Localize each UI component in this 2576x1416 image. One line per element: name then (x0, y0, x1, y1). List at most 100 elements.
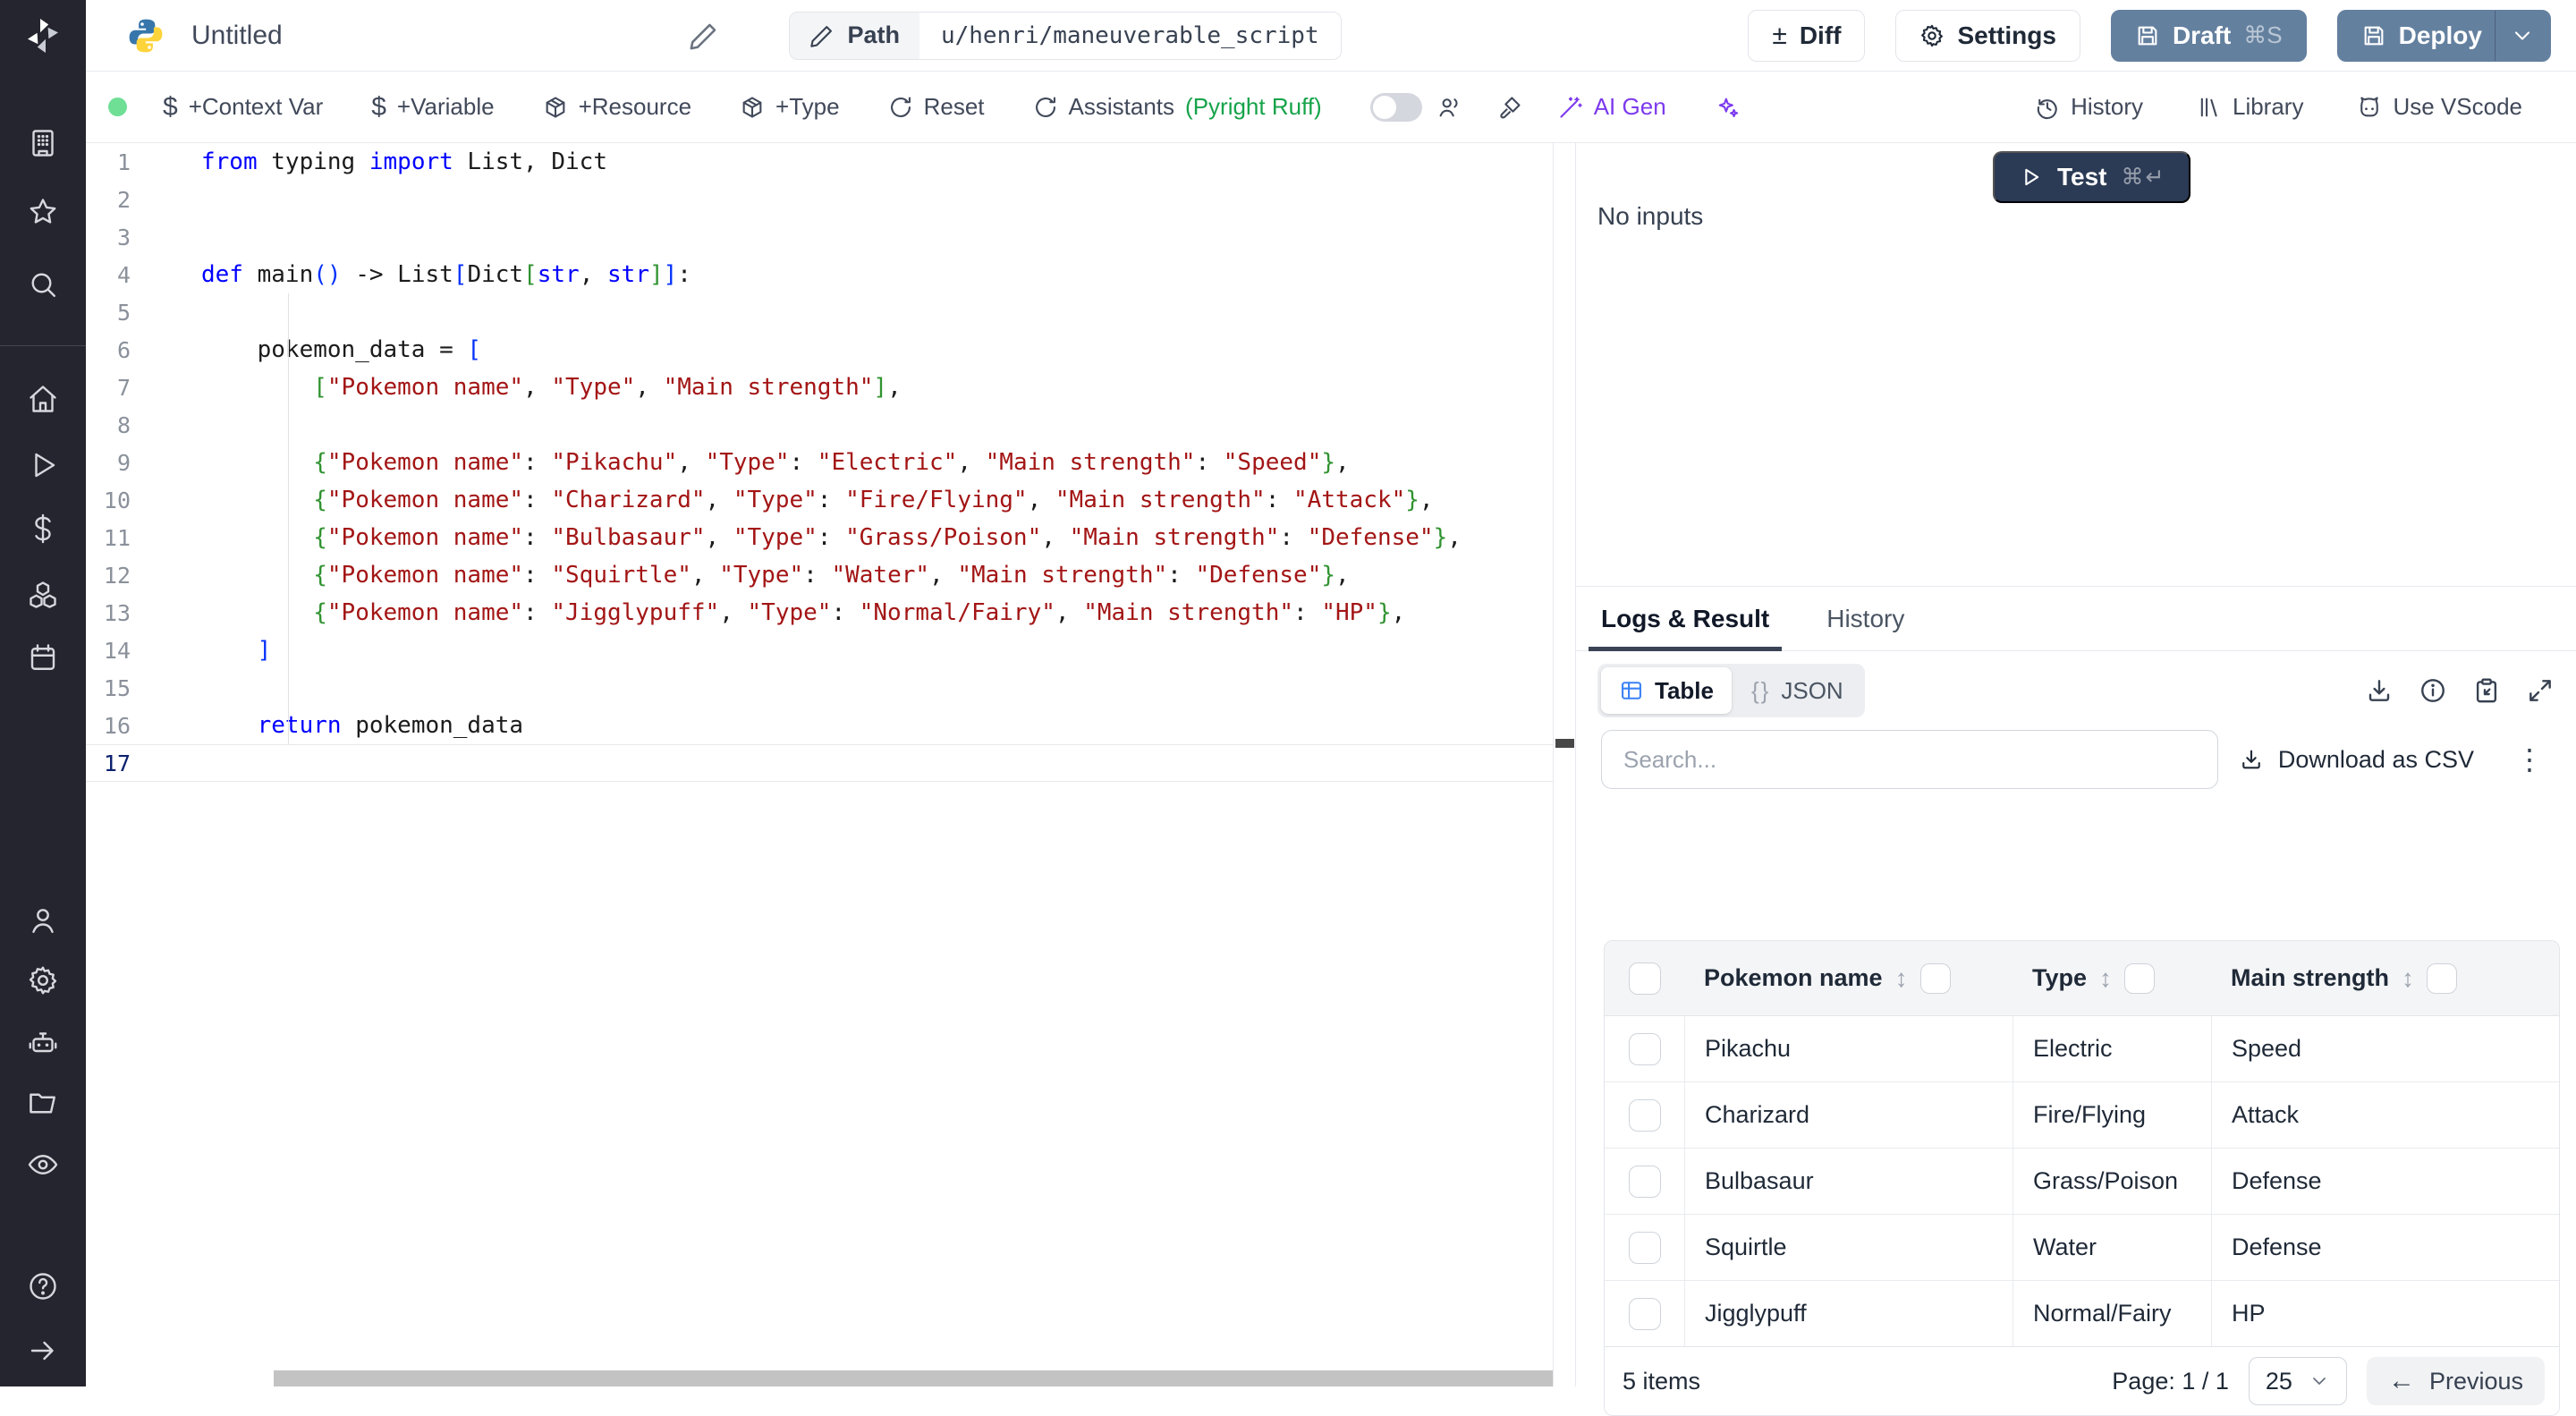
resources-cubes-icon[interactable] (26, 578, 60, 612)
add-type-button[interactable]: +Type (740, 93, 840, 121)
use-vscode-button[interactable]: Use VScode (2357, 93, 2522, 121)
result-table: Pokemon name ↕ Type ↕ Main strength ↕ Pi… (1604, 940, 2560, 1416)
multiplayer-user-icon[interactable] (1436, 95, 1462, 120)
dollar-icon: $ (371, 92, 386, 123)
code-line[interactable]: 12 {"Pokemon name": "Squirtle", "Type": … (86, 556, 1553, 594)
view-table-button[interactable]: Table (1601, 667, 1732, 714)
folders-icon[interactable] (26, 1085, 60, 1119)
settings-gear-icon[interactable] (26, 963, 60, 997)
audit-eye-icon[interactable] (26, 1148, 60, 1182)
sort-icon[interactable]: ↕ (2402, 964, 2414, 993)
code-line[interactable]: 13 {"Pokemon name": "Jigglypuff", "Type"… (86, 594, 1553, 632)
items-count: 5 items (1623, 1368, 1700, 1395)
column-filter-checkbox[interactable] (1920, 963, 1951, 994)
reset-button[interactable]: Reset (888, 93, 985, 121)
code-line[interactable]: 8 (86, 406, 1553, 444)
code-line[interactable]: 2 (86, 181, 1553, 218)
code-text: {"Pokemon name": "Squirtle", "Type": "Wa… (152, 562, 1350, 589)
code-line[interactable]: 14 ] (86, 632, 1553, 669)
add-variable-button[interactable]: $ +Variable (371, 92, 494, 123)
code-line[interactable]: 3 (86, 218, 1553, 256)
table-cell: Water (2012, 1215, 2211, 1280)
workers-robot-icon[interactable] (26, 1026, 60, 1060)
table-cell: Grass/Poison (2012, 1149, 2211, 1214)
deploy-dropdown-button[interactable] (2495, 11, 2550, 61)
editor-horizontal-scrollbar[interactable] (274, 1370, 1554, 1386)
history-button[interactable]: History (2035, 93, 2143, 121)
home-icon[interactable] (26, 382, 60, 416)
code-line[interactable]: 15 (86, 669, 1553, 707)
code-line[interactable]: 11 {"Pokemon name": "Bulbasaur", "Type":… (86, 519, 1553, 556)
code-line[interactable]: 16 return pokemon_data (86, 707, 1553, 744)
ai-gen-button[interactable]: AI Gen (1558, 93, 1666, 121)
page-size-select[interactable]: 25 (2249, 1357, 2347, 1405)
deploy-button[interactable]: Deploy (2337, 10, 2551, 62)
row-checkbox[interactable] (1629, 1033, 1661, 1065)
expand-result-icon[interactable] (2526, 676, 2555, 705)
column-filter-checkbox[interactable] (2427, 963, 2457, 994)
left-arrow-icon: ← (2388, 1366, 2415, 1396)
add-resource-button[interactable]: +Resource (543, 93, 691, 121)
row-checkbox[interactable] (1629, 1166, 1661, 1198)
tab-logs-result[interactable]: Logs & Result (1597, 587, 1773, 650)
code-line[interactable]: 4def main() -> List[Dict[str, str]]: (86, 256, 1553, 293)
settings-button[interactable]: Settings (1895, 10, 2080, 62)
column-header-pokemon-name[interactable]: Pokemon name ↕ (1684, 941, 2012, 1015)
test-button[interactable]: Test ⌘↵ (1993, 151, 2190, 203)
variables-dollar-icon[interactable] (26, 512, 60, 546)
column-header-type[interactable]: Type ↕ (2012, 941, 2211, 1015)
path-control[interactable]: Path u/henri/maneuverable_script (789, 12, 1341, 60)
add-context-var-button[interactable]: $ +Context Var (163, 92, 323, 123)
code-line[interactable]: 10 {"Pokemon name": "Charizard", "Type":… (86, 481, 1553, 519)
library-button[interactable]: Library (2197, 93, 2303, 121)
previous-page-button[interactable]: ← Previous (2367, 1357, 2545, 1405)
user-icon[interactable] (26, 903, 60, 937)
tab-history[interactable]: History (1823, 587, 1908, 650)
search-icon[interactable] (26, 267, 60, 301)
row-checkbox[interactable] (1629, 1099, 1661, 1132)
copy-result-icon[interactable] (2472, 676, 2501, 705)
row-checkbox[interactable] (1629, 1298, 1661, 1330)
code-line[interactable]: 1from typing import List, Dict (86, 143, 1553, 181)
code-line[interactable]: 6 pokemon_data = [ (86, 331, 1553, 369)
windmill-logo-icon[interactable] (21, 14, 64, 57)
view-json-button[interactable]: {} JSON (1733, 667, 1861, 714)
draft-button[interactable]: Draft ⌘S (2111, 10, 2307, 62)
path-value[interactable]: u/henri/maneuverable_script (919, 13, 1341, 59)
editor-overview-ruler[interactable] (1554, 143, 1576, 1386)
path-edit-button[interactable]: Path (790, 13, 919, 59)
runs-play-icon[interactable] (26, 448, 60, 482)
code-line[interactable]: 17 (86, 744, 1553, 782)
sort-icon[interactable]: ↕ (1895, 964, 1908, 993)
search-input[interactable] (1601, 730, 2218, 789)
sparkles-icon[interactable] (1715, 95, 1740, 120)
table-menu-kebab-icon[interactable]: ⋮ (2515, 742, 2544, 776)
schedules-calendar-icon[interactable] (26, 640, 60, 674)
column-header-main-strength[interactable]: Main strength ↕ (2211, 941, 2559, 1015)
multiplayer-toggle[interactable] (1370, 93, 1422, 122)
sort-icon[interactable]: ↕ (2099, 964, 2112, 993)
table-cell: Defense (2211, 1149, 2559, 1214)
column-filter-checkbox[interactable] (2124, 963, 2155, 994)
workspace-icon[interactable] (26, 126, 60, 160)
favorites-star-icon[interactable] (26, 195, 60, 229)
table-header: Pokemon name ↕ Type ↕ Main strength ↕ (1605, 941, 2559, 1016)
expand-arrow-icon[interactable] (26, 1334, 60, 1368)
code-editor[interactable]: 1from typing import List, Dict234def mai… (86, 143, 1554, 1386)
code-line[interactable]: 7 ["Pokemon name", "Type", "Main strengt… (86, 369, 1553, 406)
diff-button[interactable]: ± Diff (1748, 10, 1865, 62)
line-number: 17 (86, 750, 152, 776)
select-all-checkbox[interactable] (1629, 962, 1661, 995)
code-text: return pokemon_data (152, 712, 523, 739)
info-icon[interactable] (2419, 676, 2447, 705)
download-csv-button[interactable]: Download as CSV (2239, 746, 2474, 774)
code-line[interactable]: 5 (86, 293, 1553, 331)
edit-summary-pencil-icon[interactable] (689, 21, 719, 51)
format-brush-icon[interactable] (1497, 95, 1522, 120)
assistants-button[interactable]: Assistants (Pyright Ruff) (1033, 93, 1322, 121)
row-checkbox[interactable] (1629, 1232, 1661, 1264)
help-icon[interactable] (26, 1269, 60, 1303)
download-result-icon[interactable] (2365, 676, 2394, 705)
line-number: 12 (86, 563, 152, 589)
code-line[interactable]: 9 {"Pokemon name": "Pikachu", "Type": "E… (86, 444, 1553, 481)
